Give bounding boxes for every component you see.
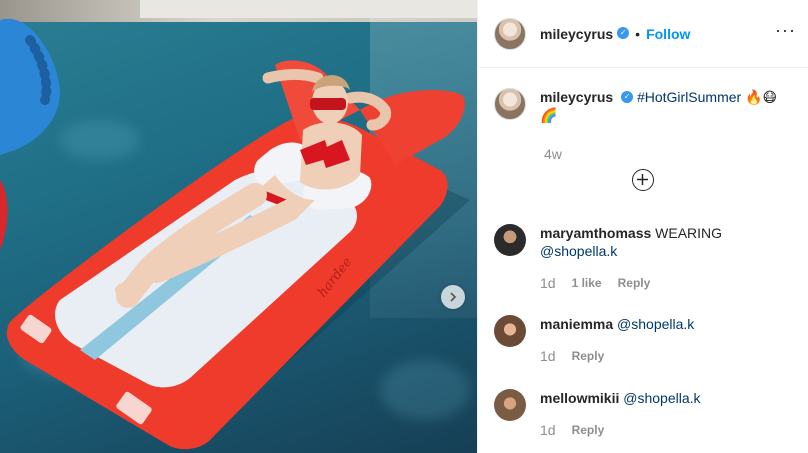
comment-item: maryamthomass WEARING @shopella.k 1d 1 l… [494,224,794,292]
caption-author-avatar[interactable] [494,88,526,120]
chevron-right-icon [450,292,457,302]
next-photo-button[interactable] [441,285,465,309]
post-caption: mileycyrus ✓ #HotGirlSummer 🔥😷 🌈 [494,88,794,124]
commenter-avatar[interactable] [494,315,526,347]
post-photo[interactable]: hardee [0,0,477,453]
comment-item: mellowmikii @shopella.k 1d Reply [494,389,794,439]
commenter-username[interactable]: maniemma [540,316,613,332]
follow-button[interactable]: Follow [646,26,690,42]
pool-float-illustration: hardee [0,18,470,450]
comment-time: 1d [540,275,556,291]
caption-emojis: 🔥😷 [745,89,778,105]
caption-emoji-line2: 🌈 [540,107,558,123]
comment-mention[interactable]: @shopella.k [623,390,700,406]
commenter-avatar[interactable] [494,224,526,256]
commenter-username[interactable]: maryamthomass [540,225,651,241]
verified-badge-icon: ✓ [621,91,634,104]
caption-username[interactable]: mileycyrus [540,89,613,105]
verified-badge-icon: ✓ [617,26,630,39]
plus-circle-icon [637,174,648,185]
comment-mention[interactable]: @shopella.k [617,316,694,332]
reply-button[interactable]: Reply [572,347,605,365]
separator-dot: • [635,25,641,42]
comment-item: maniemma @shopella.k 1d Reply [494,315,794,365]
caption-hashtag[interactable]: #HotGirlSummer [637,89,741,105]
commenter-avatar[interactable] [494,389,526,421]
comment-time: 1d [540,348,556,364]
caption-time-ago: 4w [544,146,562,162]
comment-text: WEARING [655,225,723,241]
red-inflatable-edge [0,180,8,250]
author-username[interactable]: mileycyrus [540,26,613,42]
post-header: mileycyrus ✓ • Follow ··· [478,0,808,68]
reply-button[interactable]: Reply [618,274,651,292]
comment-mention[interactable]: @shopella.k [540,243,617,259]
comment-likes[interactable]: 1 like [572,274,602,292]
reply-button[interactable]: Reply [572,421,605,439]
comment-time: 1d [540,422,556,438]
load-more-comments-button[interactable] [632,169,654,191]
author-avatar[interactable] [494,17,526,50]
commenter-username[interactable]: mellowmikii [540,390,619,406]
more-dots-icon[interactable]: ··· [775,21,796,39]
